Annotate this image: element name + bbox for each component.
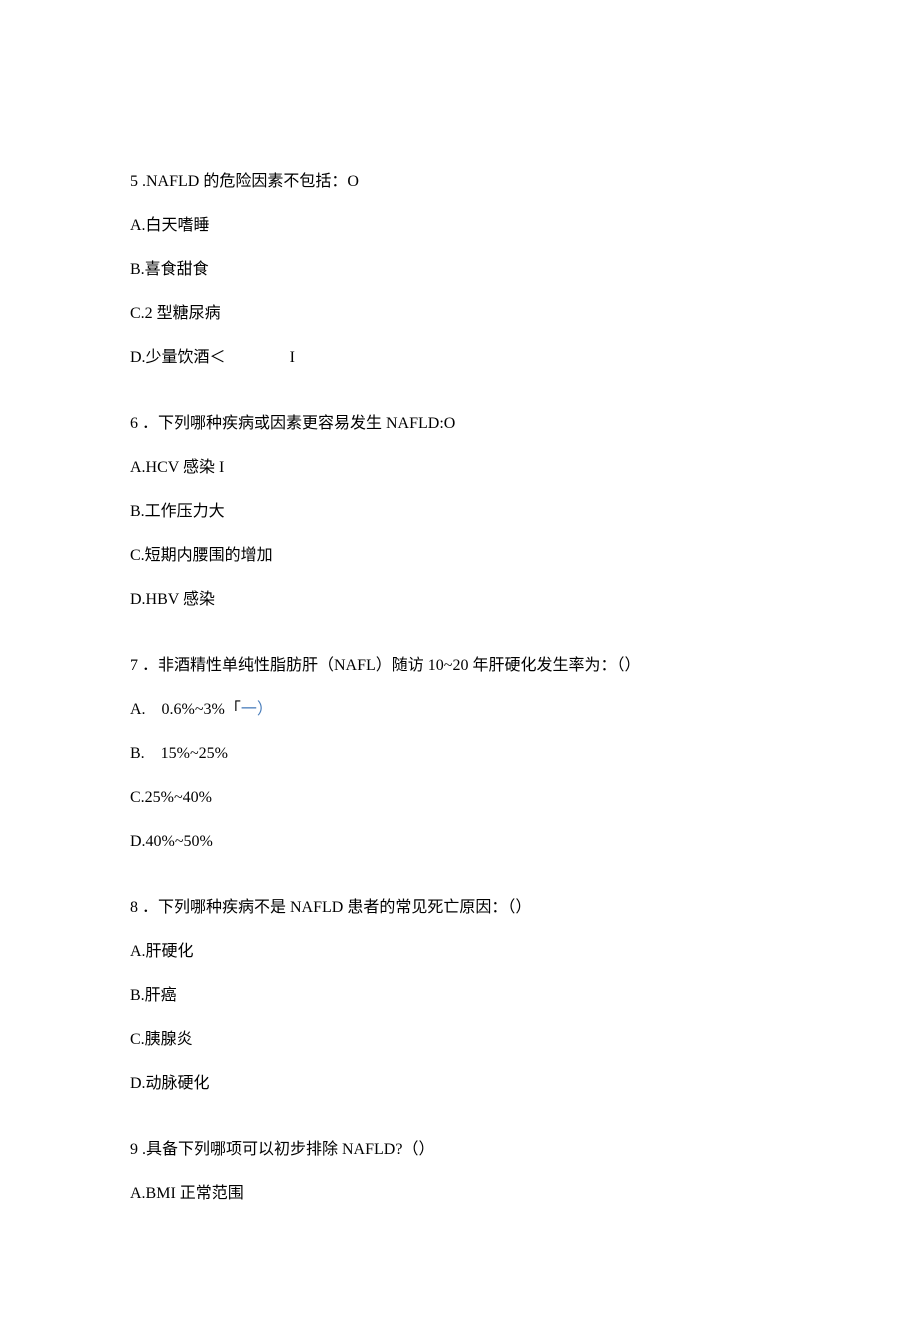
question-block: 8 ．下列哪种疾病不是 NAFLD 患者的常见死亡原因：（） A.肝硬化 B.肝…: [130, 896, 790, 1096]
question-number: 5: [130, 173, 138, 190]
option-b: B.肝癌: [130, 984, 790, 1008]
question-number: 9: [130, 1141, 138, 1158]
question-block: 9 .具备下列哪项可以初步排除 NAFLD?（） A.BMI 正常范围: [130, 1138, 790, 1206]
question-stem: 5 .NAFLD 的危险因素不包括：O: [130, 170, 790, 194]
option-label: C.25%~40%: [130, 789, 212, 806]
page-content: 5 .NAFLD 的危险因素不包括：O A.白天嗜睡 B.喜食甜食 C.2 型糖…: [0, 0, 920, 1338]
question-number: 7: [130, 657, 138, 674]
option-label: A.白天嗜睡: [130, 217, 210, 234]
question-stem: 8 ．下列哪种疾病不是 NAFLD 患者的常见死亡原因：（）: [130, 896, 790, 920]
question-number: 6: [130, 415, 138, 432]
option-c: C.2 型糖尿病: [130, 302, 790, 326]
option-label: A.肝硬化: [130, 943, 194, 960]
option-label: B.工作压力大: [130, 503, 225, 520]
question-text: .具备下列哪项可以初步排除 NAFLD?（）: [142, 1141, 434, 1158]
option-c: C.25%~40%: [130, 786, 790, 810]
question-stem: 7 ．非酒精性单纯性脂肪肝（NAFL）随访 10~20 年肝硬化发生率为：（）: [130, 654, 790, 678]
question-block: 6 ．下列哪种疾病或因素更容易发生 NAFLD:O A.HCV 感染 I B.工…: [130, 412, 790, 612]
option-blue-text: 一）: [241, 701, 273, 718]
option-d: D.动脉硬化: [130, 1072, 790, 1096]
option-label: B.肝癌: [130, 987, 177, 1004]
option-label: D.40%~50%: [130, 833, 213, 850]
option-c: C.短期内腰围的增加: [130, 544, 790, 568]
question-text: ．非酒精性单纯性脂肪肝（NAFL）随访 10~20 年肝硬化发生率为：（）: [142, 657, 640, 674]
option-a: A. 0.6%~3%「一）: [130, 698, 790, 722]
option-label: B. 15%~25%: [130, 745, 228, 762]
option-b: B.喜食甜食: [130, 258, 790, 282]
option-c: C.胰腺炎: [130, 1028, 790, 1052]
option-d: D.少量饮酒＜ I: [130, 346, 790, 370]
option-a: A.白天嗜睡: [130, 214, 790, 238]
option-b: B.工作压力大: [130, 500, 790, 524]
question-block: 5 .NAFLD 的危险因素不包括：O A.白天嗜睡 B.喜食甜食 C.2 型糖…: [130, 170, 790, 370]
option-label: B.喜食甜食: [130, 261, 209, 278]
option-d: D.40%~50%: [130, 830, 790, 854]
option-b: B. 15%~25%: [130, 742, 790, 766]
option-label: C.2 型糖尿病: [130, 305, 221, 322]
option-d: D.HBV 感染: [130, 588, 790, 612]
question-number: 8: [130, 899, 138, 916]
option-annotation: I: [290, 346, 295, 370]
option-label: A. 0.6%~3%「一）: [130, 701, 273, 718]
option-label: D.少量饮酒＜: [130, 349, 226, 366]
option-label: C.胰腺炎: [130, 1031, 193, 1048]
question-text: ．下列哪种疾病或因素更容易发生 NAFLD:O: [142, 415, 455, 432]
question-text: .NAFLD 的危险因素不包括：O: [142, 173, 359, 190]
option-label: D.动脉硬化: [130, 1075, 210, 1092]
option-a: A.肝硬化: [130, 940, 790, 964]
option-a: A.BMI 正常范围: [130, 1182, 790, 1206]
question-block: 7 ．非酒精性单纯性脂肪肝（NAFL）随访 10~20 年肝硬化发生率为：（） …: [130, 654, 790, 854]
option-label: A.HCV 感染 I: [130, 459, 224, 476]
option-label: A.BMI 正常范围: [130, 1185, 244, 1202]
question-stem: 6 ．下列哪种疾病或因素更容易发生 NAFLD:O: [130, 412, 790, 436]
option-a: A.HCV 感染 I: [130, 456, 790, 480]
question-stem: 9 .具备下列哪项可以初步排除 NAFLD?（）: [130, 1138, 790, 1162]
option-label: C.短期内腰围的增加: [130, 547, 273, 564]
question-text: ．下列哪种疾病不是 NAFLD 患者的常见死亡原因：（）: [142, 899, 531, 916]
option-label: D.HBV 感染: [130, 591, 215, 608]
